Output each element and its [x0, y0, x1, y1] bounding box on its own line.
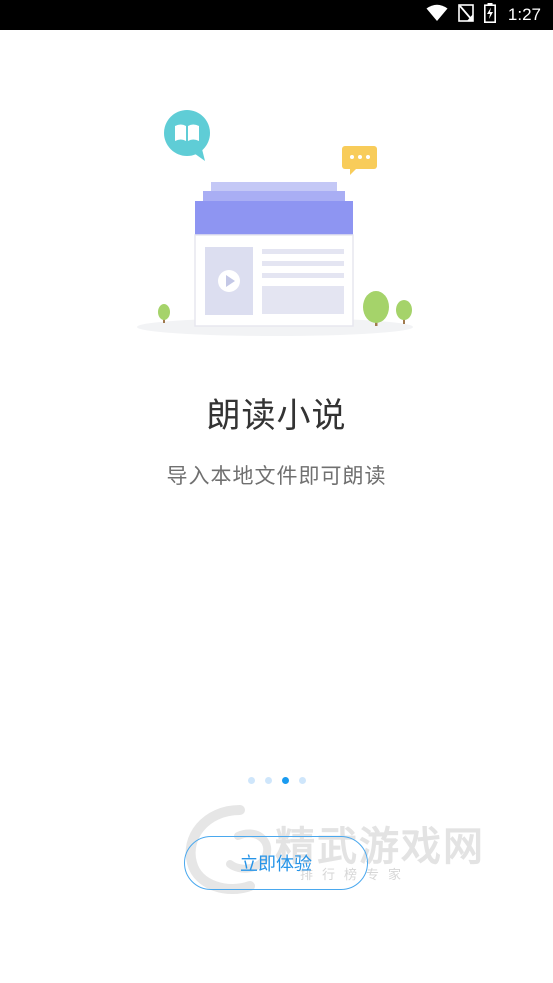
status-bar: 1:27: [0, 0, 553, 30]
page-title: 朗读小说: [206, 396, 347, 436]
page-dot: [247, 777, 255, 784]
page-dot: [298, 777, 306, 784]
status-icons: 1:27: [426, 0, 541, 30]
status-time: 1:27: [507, 5, 541, 24]
try-now-button[interactable]: 立即体验: [184, 836, 368, 890]
signal-off-icon: [458, 4, 474, 26]
page-dot-active: [281, 777, 289, 784]
page-subtitle: 导入本地文件即可朗读: [166, 464, 387, 488]
battery-charging-icon: [483, 3, 496, 27]
onboarding-illustration: [135, 105, 425, 345]
page-dot: [264, 777, 272, 784]
page-indicator: [0, 777, 553, 784]
wifi-icon: [426, 4, 448, 26]
